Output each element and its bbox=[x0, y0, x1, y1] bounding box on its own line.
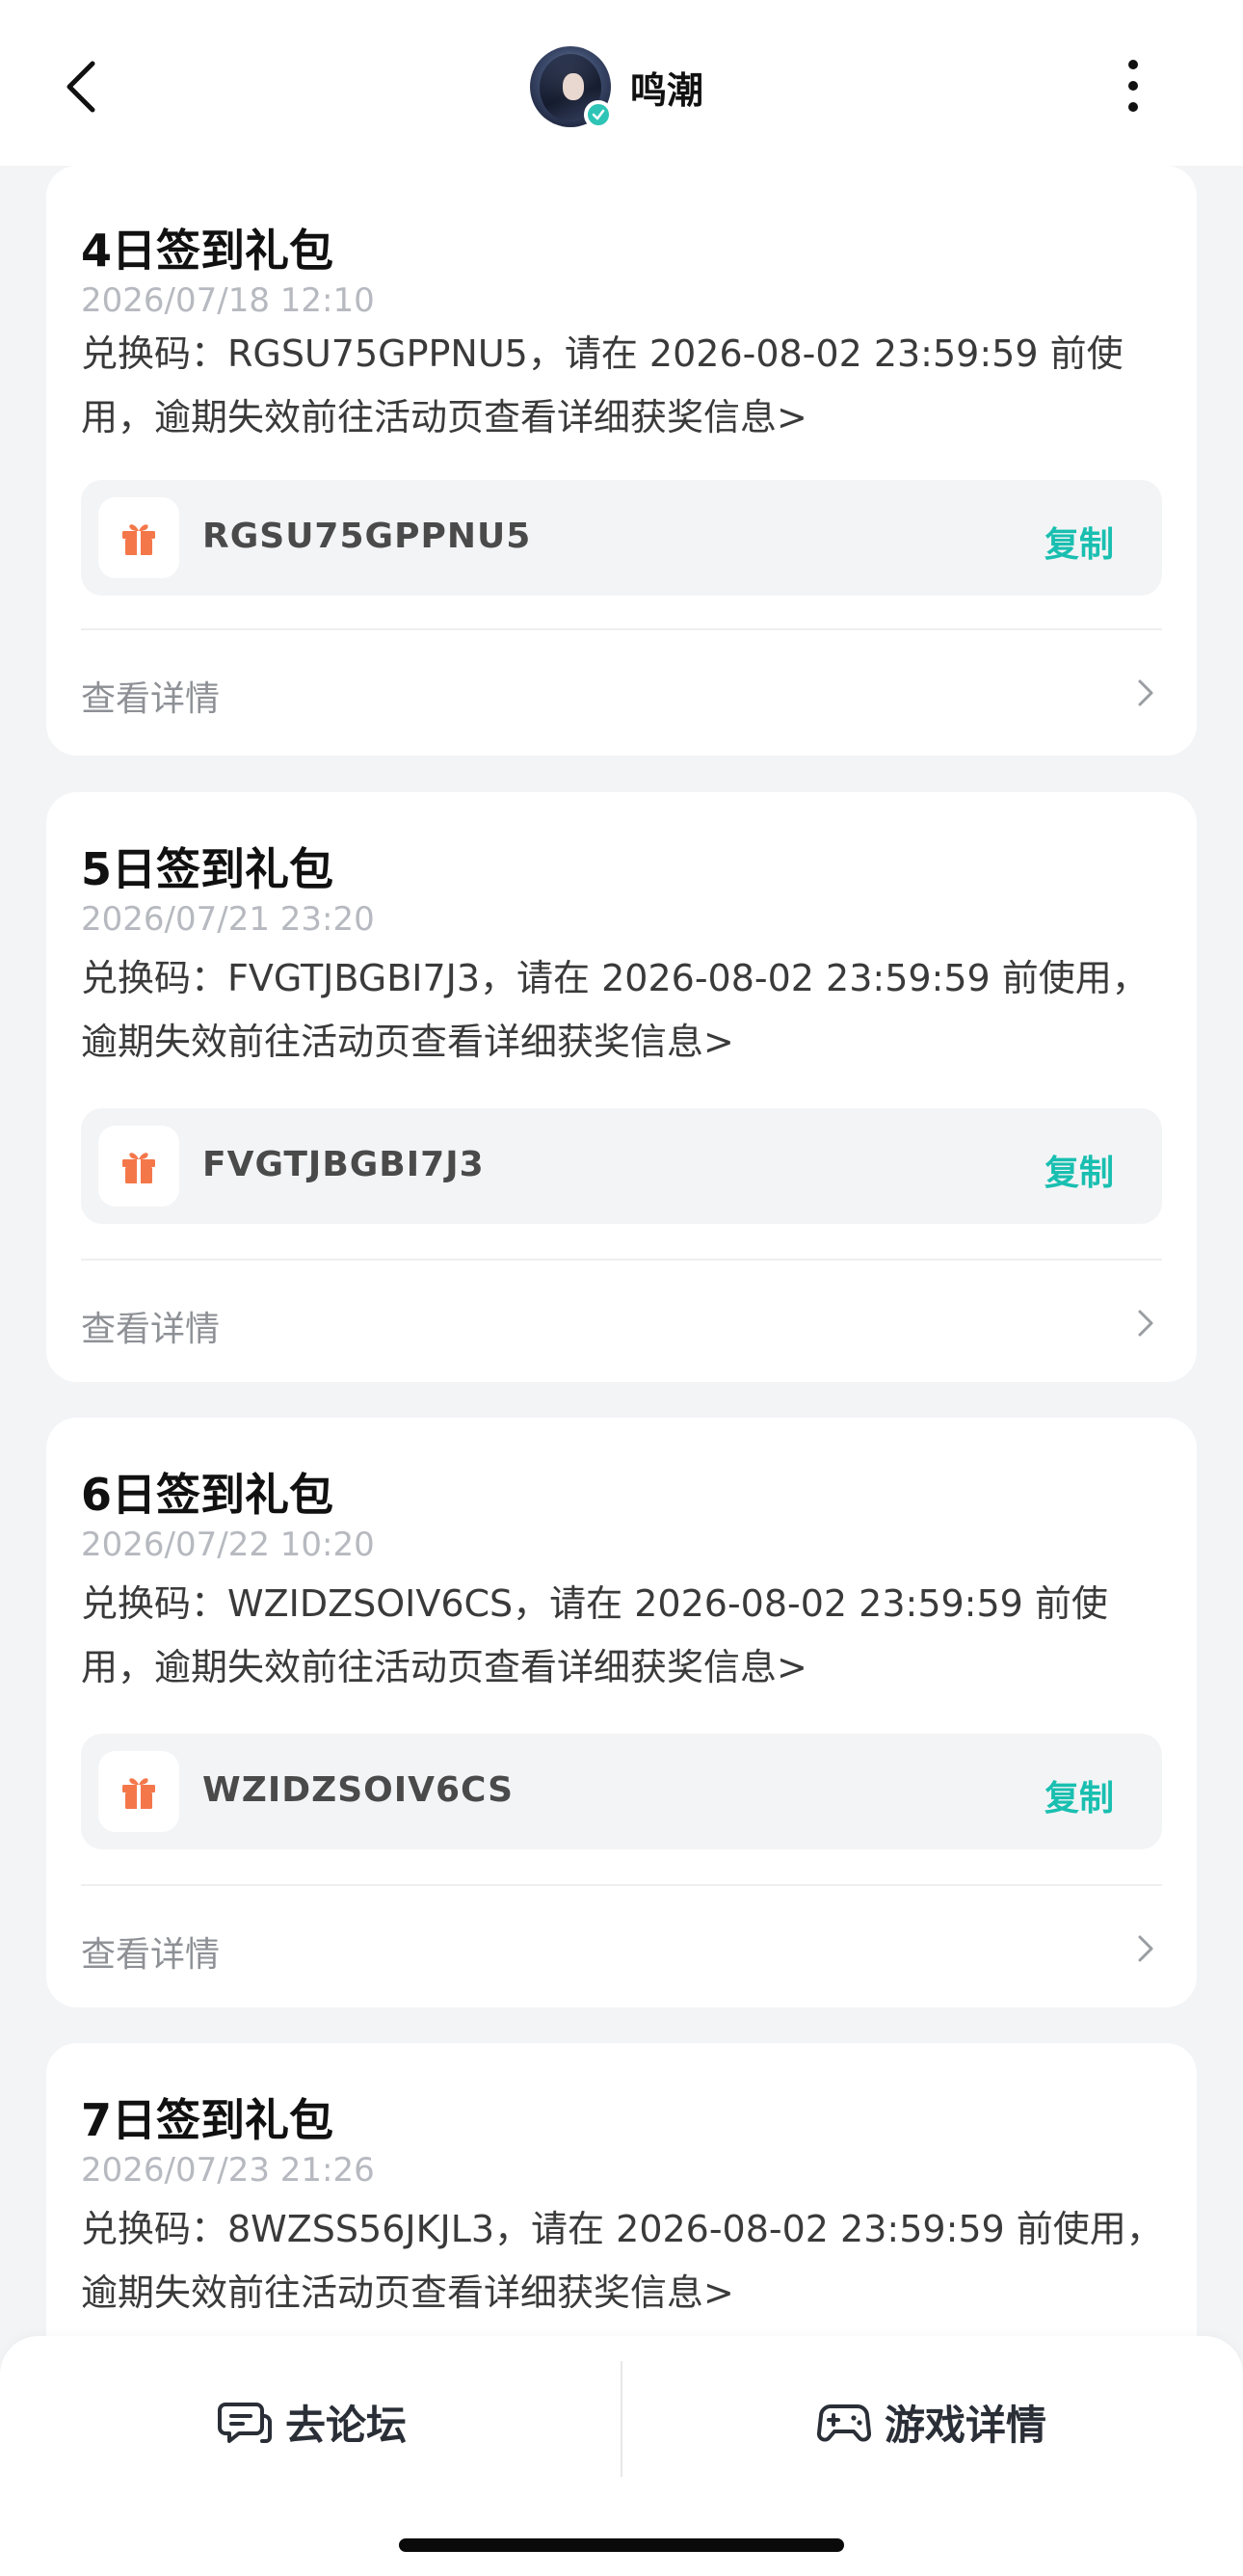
card-description[interactable]: 兑换码：RGSU75GPPNU5，请在 2026-08-02 23:59:59 … bbox=[81, 322, 1170, 449]
code-box: WZIDZSOIV6CS 复制 bbox=[81, 1734, 1162, 1849]
chevron-right-icon bbox=[1138, 679, 1153, 706]
code-box: FVGTJBGBI7J3 复制 bbox=[81, 1108, 1162, 1224]
divider bbox=[81, 1259, 1162, 1261]
card-description[interactable]: 兑换码：FVGTJBGBI7J3，请在 2026-08-02 23:59:59 … bbox=[81, 946, 1170, 1074]
check-badge-icon bbox=[584, 100, 613, 129]
card-date: 2026/07/23 21:26 bbox=[81, 2151, 375, 2190]
card-title: 5日签到礼包 bbox=[81, 843, 334, 895]
chat-bubble-icon bbox=[218, 2403, 272, 2443]
view-details-label: 查看详情 bbox=[81, 1310, 221, 1349]
card-description[interactable]: 兑换码：WZIDZSOIV6CS，请在 2026-08-02 23:59:59 … bbox=[81, 1572, 1170, 1699]
card-title: 4日签到礼包 bbox=[81, 225, 334, 277]
go-to-forum-button[interactable]: 去论坛 bbox=[218, 2378, 407, 2465]
top-nav-bar: 鸣潮 bbox=[0, 0, 1243, 166]
gift-icon bbox=[98, 1126, 179, 1207]
page-title: 鸣潮 bbox=[630, 68, 704, 112]
bottom-bar-divider bbox=[621, 2361, 622, 2477]
view-details-label: 查看详情 bbox=[81, 679, 221, 719]
game-details-label: 游戏详情 bbox=[885, 2401, 1047, 2449]
more-button[interactable] bbox=[1118, 60, 1149, 114]
home-indicator[interactable] bbox=[399, 2538, 844, 2552]
gift-icon bbox=[98, 497, 179, 578]
chevron-left-icon bbox=[66, 61, 95, 113]
card-description[interactable]: 兑换码：8WZSS56JKJL3，请在 2026-08-02 23:59:59 … bbox=[81, 2197, 1170, 2324]
card-date: 2026/07/22 10:20 bbox=[81, 1526, 375, 1564]
view-details-row[interactable]: 查看详情 bbox=[81, 1293, 1162, 1351]
redeem-code: WZIDZSOIV6CS bbox=[202, 1770, 515, 1810]
gift-card: 6日签到礼包 2026/07/22 10:20 兑换码：WZIDZSOIV6CS… bbox=[46, 1418, 1197, 2007]
game-details-button[interactable]: 游戏详情 bbox=[817, 2378, 1046, 2465]
divider bbox=[81, 628, 1162, 630]
card-title: 6日签到礼包 bbox=[81, 1469, 334, 1521]
bottom-action-bar: 去论坛 游戏详情 bbox=[0, 2336, 1243, 2576]
chevron-right-icon bbox=[1138, 1310, 1153, 1337]
copy-button[interactable]: 复制 bbox=[1045, 1145, 1114, 1195]
more-vertical-icon bbox=[1118, 60, 1149, 112]
code-box: RGSU75GPPNU5 复制 bbox=[81, 480, 1162, 596]
redeem-code: FVGTJBGBI7J3 bbox=[202, 1145, 485, 1184]
gift-card: 5日签到礼包 2026/07/21 23:20 兑换码：FVGTJBGBI7J3… bbox=[46, 792, 1197, 1382]
divider bbox=[81, 1884, 1162, 1886]
avatar[interactable] bbox=[530, 46, 613, 129]
header-title-group[interactable]: 鸣潮 bbox=[530, 46, 704, 129]
gift-card: 4日签到礼包 2026/07/18 12:10 兑换码：RGSU75GPPNU5… bbox=[46, 166, 1197, 756]
view-details-label: 查看详情 bbox=[81, 1935, 221, 1975]
card-date: 2026/07/21 23:20 bbox=[81, 900, 375, 939]
chevron-right-icon bbox=[1138, 1935, 1153, 1962]
back-button[interactable] bbox=[58, 58, 104, 116]
gamepad-icon bbox=[817, 2404, 871, 2442]
page: 鸣潮 4日签到礼包 2026/07/18 12:10 兑换码：RGSU75GPP… bbox=[0, 0, 1243, 2576]
go-to-forum-label: 去论坛 bbox=[285, 2401, 408, 2449]
view-details-row[interactable]: 查看详情 bbox=[81, 663, 1162, 721]
card-date: 2026/07/18 12:10 bbox=[81, 281, 375, 320]
card-title: 7日签到礼包 bbox=[81, 2094, 334, 2146]
view-details-row[interactable]: 查看详情 bbox=[81, 1919, 1162, 1977]
redeem-code: RGSU75GPPNU5 bbox=[202, 517, 532, 556]
copy-button[interactable]: 复制 bbox=[1045, 1770, 1114, 1820]
gift-icon bbox=[98, 1751, 179, 1832]
copy-button[interactable]: 复制 bbox=[1045, 517, 1114, 567]
